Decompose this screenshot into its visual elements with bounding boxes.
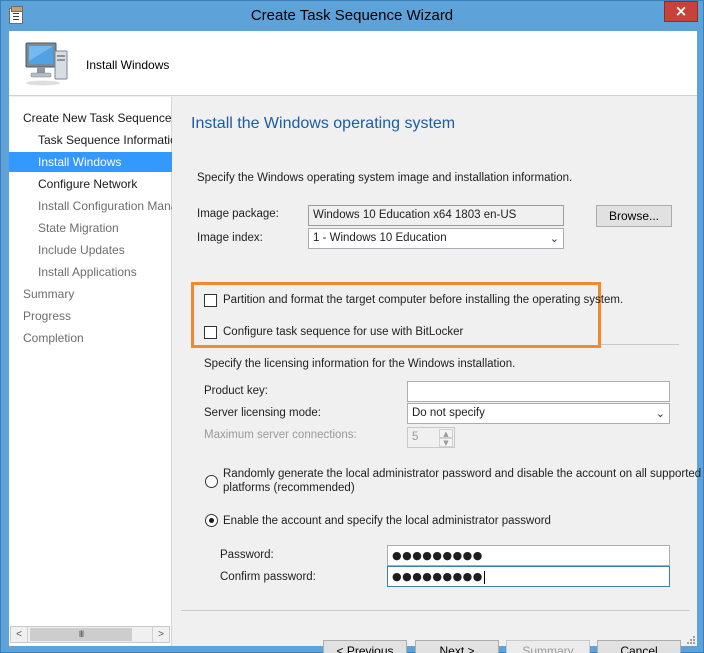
nav-item-create-new-task-sequence[interactable]: Create New Task Sequence [9,108,172,128]
nav-item-install-windows[interactable]: Install Windows [9,152,172,172]
max-connections-label: Maximum server connections: [204,429,357,441]
scroll-left-arrow-icon[interactable]: < [11,627,28,642]
nav-item-configure-network[interactable]: Configure Network [9,174,172,194]
wizard-window: Create Task Sequence Wizard × Install Wi… [0,0,704,653]
bitlocker-checkbox[interactable] [204,326,217,339]
window-title: Create Task Sequence Wizard [250,7,454,24]
max-connections-value: 5 [412,431,419,443]
password-input[interactable]: ●●●●●●●●● [387,545,670,566]
max-connections-spinner[interactable]: 5 ▲ ▼ [407,427,455,448]
footer-divider [181,610,690,611]
chevron-down-icon: ⌄ [655,407,665,420]
random-password-radio[interactable] [205,475,218,488]
close-button[interactable]: × [664,1,698,22]
image-package-label: Image package: [197,208,279,220]
title-bar[interactable]: Create Task Sequence Wizard × [1,1,703,31]
image-index-dropdown[interactable]: 1 - Windows 10 Education ⌄ [308,228,564,249]
page-title: Install the Windows operating system [191,115,456,132]
computer-icon [25,42,68,86]
nav-item-state-migration[interactable]: State Migration [9,218,172,238]
next-button[interactable]: Next > [415,640,499,653]
nav-item-progress[interactable]: Progress [9,306,172,326]
nav-item-include-updates[interactable]: Include Updates [9,240,172,260]
section-divider [601,344,679,345]
confirm-password-value: ●●●●●●●●● [392,570,483,583]
licensing-description: Specify the licensing information for th… [204,358,516,370]
text-caret [483,570,485,584]
server-licensing-dropdown[interactable]: Do not specify ⌄ [407,403,670,424]
product-key-label: Product key: [204,385,268,397]
spin-up-icon[interactable]: ▲ [439,429,453,438]
wizard-header: Install Windows [9,31,697,96]
wizard-step-list: Create New Task Sequence Task Sequence I… [9,97,172,646]
previous-button[interactable]: < Previous [323,640,407,653]
summary-button[interactable]: Summary [506,640,590,653]
nav-item-summary[interactable]: Summary [9,284,172,304]
nav-item-install-applications[interactable]: Install Applications [9,262,172,282]
image-index-label: Image index: [197,232,263,244]
confirm-password-input[interactable]: ●●●●●●●●● [387,566,670,587]
random-password-label-line2: platforms (recommended) [223,482,355,494]
product-key-input[interactable] [407,381,670,402]
spin-down-icon[interactable]: ▼ [439,438,453,447]
random-password-label-line1: Randomly generate the local administrato… [223,468,702,480]
step-title: Install Windows [86,58,170,72]
wizard-client-area: Install Windows Create New Task Sequence… [9,31,701,653]
image-package-field[interactable]: Windows 10 Education x64 1803 en-US [308,205,564,226]
partition-label: Partition and format the target computer… [223,294,624,306]
bitlocker-label: Configure task sequence for use with Bit… [223,326,464,338]
scroll-thumb[interactable]: III [30,628,132,641]
resize-grip-icon[interactable] [685,634,695,644]
partition-checkbox[interactable] [204,294,217,307]
nav-horizontal-scrollbar[interactable]: < III > [10,626,170,643]
server-licensing-label: Server licensing mode: [204,407,321,419]
image-index-value: 1 - Windows 10 Education [313,232,447,244]
enable-account-radio[interactable] [205,514,218,527]
image-description: Specify the Windows operating system ima… [197,172,573,184]
confirm-password-label: Confirm password: [220,571,316,583]
cancel-button[interactable]: Cancel [597,640,681,653]
nav-item-task-sequence-information[interactable]: Task Sequence Information [9,130,172,150]
nav-item-install-configuration-manager[interactable]: Install Configuration Manager [9,196,172,216]
chevron-down-icon: ⌄ [549,232,559,245]
server-licensing-value: Do not specify [412,407,485,419]
install-windows-panel: Install the Windows operating system Spe… [174,97,701,653]
nav-item-completion[interactable]: Completion [9,328,172,348]
browse-button[interactable]: Browse... [596,205,672,227]
enable-account-label: Enable the account and specify the local… [223,515,551,527]
highlight-box [191,282,601,348]
password-label: Password: [220,549,274,561]
scroll-right-arrow-icon[interactable]: > [152,627,169,642]
